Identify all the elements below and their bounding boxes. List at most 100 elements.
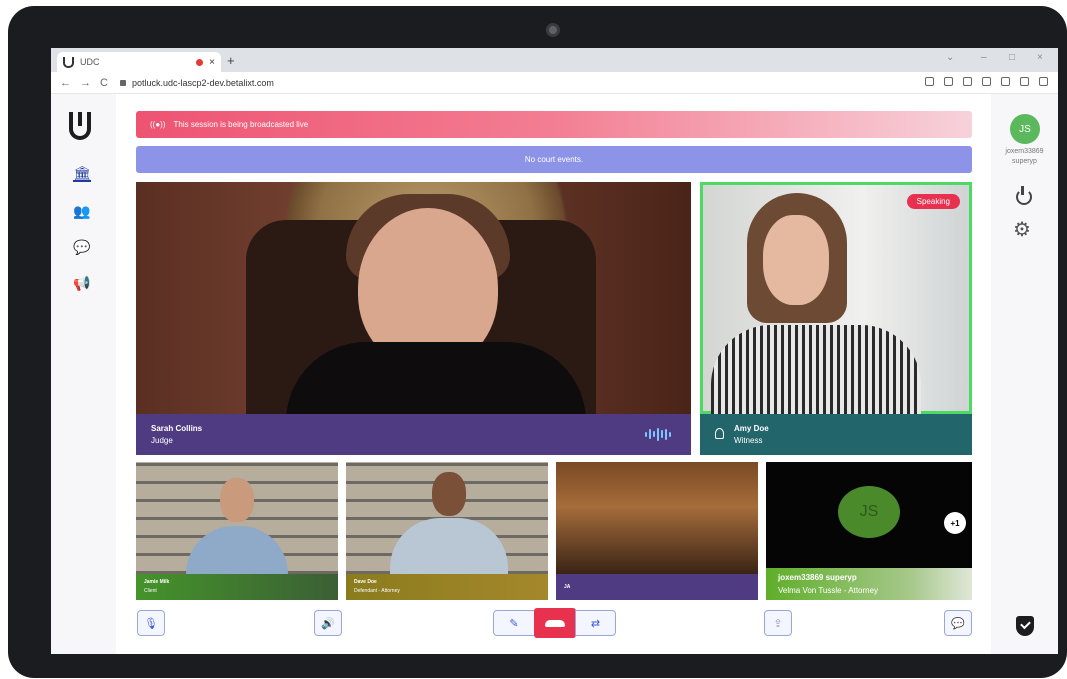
video-off-icon: ✎	[509, 617, 519, 630]
browser-toolbar-icons	[925, 77, 1048, 86]
participant-name: Amy Doe	[734, 424, 769, 433]
udc-favicon-icon	[63, 56, 74, 68]
settings-icon[interactable]: ⚙	[1013, 220, 1031, 240]
participant-role: Client	[144, 588, 157, 594]
window-close-button[interactable]: ×	[1037, 52, 1043, 63]
udc-logo-icon	[69, 112, 91, 140]
defendant-video-feed	[346, 462, 548, 574]
browser-tab[interactable]: UDC ×	[57, 52, 221, 72]
recording-indicator-icon	[196, 58, 204, 66]
hang-up-button[interactable]	[534, 608, 576, 638]
witness-video-tile[interactable]: Speaking Amy Doe Witness	[700, 182, 972, 455]
chat-bubble-icon: 💬	[951, 617, 965, 630]
speaker-button[interactable]: 🔊	[314, 610, 342, 636]
witness-face-image	[763, 215, 829, 305]
chat-icon[interactable]: 💬	[73, 240, 91, 254]
participant-name: JA	[564, 584, 571, 590]
judge-video-tile[interactable]: Sarah Collins Judge	[136, 182, 691, 455]
reload-button[interactable]: C	[100, 77, 108, 89]
user-avatar[interactable]: JS	[1010, 114, 1040, 144]
ja-nameplate: JA	[556, 574, 758, 600]
microphone-button[interactable]: 🎙	[137, 610, 165, 636]
user-role: superyp	[1012, 158, 1037, 165]
window-maximize-button[interactable]: □	[1009, 52, 1015, 63]
audio-wave-icon	[645, 427, 671, 441]
window-minimize-button[interactable]: –	[981, 52, 987, 63]
more-participants-button[interactable]: +1	[944, 512, 966, 534]
participant-name: Sarah Collins	[151, 424, 203, 433]
speaker-icon: 🔊	[321, 617, 335, 630]
lock-icon	[119, 79, 126, 86]
megaphone-icon[interactable]: 📢	[73, 276, 91, 290]
court-events-banner: No court events.	[136, 146, 972, 173]
witness-nameplate: Amy Doe Witness	[700, 414, 972, 455]
url-text: potluck.udc-lascp2-dev.betalixt.com	[131, 77, 274, 88]
joxem-video-tile[interactable]: JS +1 joxem33869 superyp Velma Von Tussl…	[766, 462, 972, 600]
microphone-icon: 🎙	[144, 617, 158, 630]
defendant-shirt-image	[390, 518, 508, 574]
witness-video-feed: Speaking	[700, 182, 972, 415]
participant-role: Velma Von Tussle - Attorney	[778, 586, 879, 595]
browser-tab-bar: UDC × + ⌄ – □ ×	[51, 48, 1058, 72]
chat-button[interactable]: 💬	[944, 610, 972, 636]
participant-role: Witness	[734, 436, 763, 445]
client-video-tile[interactable]: Jamie Milk Client	[136, 462, 338, 600]
joxem-nameplate: joxem33869 superyp Velma Von Tussle - At…	[766, 568, 972, 600]
browser-screen: UDC × + ⌄ – □ × ← → C potluck.udc-lascp2…	[51, 48, 1058, 654]
participant-avatar: JS	[838, 486, 900, 538]
camera-switch-icon: ⇄	[590, 617, 601, 630]
ja-video-tile[interactable]: JA	[556, 462, 758, 600]
camera-permission-icon[interactable]	[925, 77, 934, 86]
profile-icon[interactable]	[1020, 77, 1029, 86]
call-controls: ✎ ⇄	[493, 608, 616, 638]
shield-icon[interactable]	[1016, 616, 1034, 636]
camera-switch-button[interactable]: ⇄	[575, 610, 616, 636]
client-shirt-image	[186, 526, 288, 574]
judge-nameplate: Sarah Collins Judge	[136, 414, 691, 455]
tablet-device-frame: UDC × + ⌄ – □ × ← → C potluck.udc-lascp2…	[8, 6, 1067, 678]
audio-wave-bar	[669, 431, 671, 437]
audio-wave-bar	[657, 427, 659, 441]
share-icon[interactable]	[963, 77, 972, 86]
defendant-face-image	[432, 472, 466, 516]
right-sidebar: JS joxem33869 superyp ⚙	[991, 94, 1058, 654]
power-icon[interactable]	[1016, 186, 1032, 205]
people-icon[interactable]: 👥	[73, 204, 91, 218]
video-toggle-button[interactable]: ✎	[493, 610, 535, 636]
audio-wave-bar	[653, 431, 655, 437]
client-nameplate: Jamie Milk Client	[136, 574, 338, 600]
participant-name: Jamie Milk	[144, 579, 170, 585]
google-lens-icon[interactable]	[944, 77, 953, 86]
participant-name: Dave Doe	[354, 579, 377, 585]
participant-role: Judge	[151, 436, 173, 445]
participant-role: Defendant - Attorney	[354, 588, 400, 594]
client-face-image	[220, 478, 254, 522]
phone-icon	[545, 619, 565, 627]
court-icon[interactable]: 🏛	[73, 166, 91, 182]
witness-shirt-image	[711, 325, 921, 415]
client-video-feed	[136, 462, 338, 574]
screen-share-button[interactable]: ⇪	[764, 610, 792, 636]
new-tab-button[interactable]: +	[227, 53, 235, 68]
url-field[interactable]: potluck.udc-lascp2-dev.betalixt.com	[119, 77, 274, 88]
browser-address-bar: ← → C potluck.udc-lascp2-dev.betalixt.co…	[51, 72, 1058, 94]
sidebar-icon[interactable]	[1001, 77, 1010, 86]
broadcast-banner: ((●)) This session is being broadcasted …	[136, 111, 972, 138]
forward-button[interactable]: →	[80, 77, 91, 89]
defendant-video-tile[interactable]: Dave Doe Defendant - Attorney	[346, 462, 548, 600]
left-sidebar: 🏛 👥 💬 📢	[51, 94, 116, 654]
tab-title: UDC	[80, 57, 100, 67]
audio-wave-bar	[649, 429, 651, 439]
audio-wave-bar	[661, 430, 663, 438]
broadcast-text: This session is being broadcasted live	[173, 120, 309, 129]
tab-search-button[interactable]: ⌄	[946, 52, 954, 63]
user-id: joxem33869	[1005, 148, 1044, 155]
judge-robe-image	[286, 342, 586, 422]
broadcast-icon: ((●))	[150, 120, 166, 129]
browser-menu-icon[interactable]	[1039, 77, 1048, 86]
court-events-text: No court events.	[524, 155, 584, 164]
speaking-badge: Speaking	[906, 194, 960, 209]
tab-close-button[interactable]: ×	[209, 57, 215, 68]
back-button[interactable]: ←	[60, 77, 71, 89]
bookmark-star-icon[interactable]	[982, 77, 991, 86]
